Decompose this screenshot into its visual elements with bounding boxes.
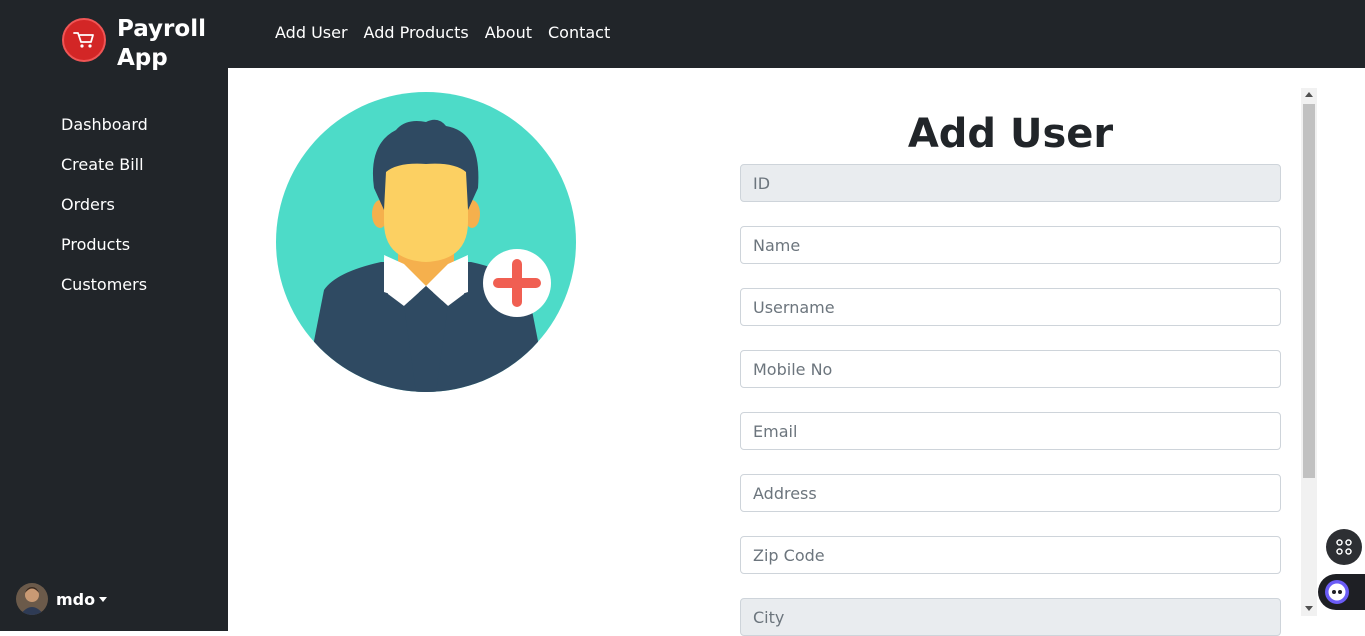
assistant-button[interactable] bbox=[1318, 574, 1365, 610]
apps-icon bbox=[1336, 539, 1352, 555]
sidebar-item-create-bill[interactable]: Create Bill bbox=[61, 154, 148, 194]
email-field[interactable] bbox=[740, 412, 1281, 450]
nav-contact[interactable]: Contact bbox=[548, 22, 610, 44]
page-title: Add User bbox=[907, 111, 1114, 157]
cart-icon bbox=[62, 18, 106, 62]
apps-button[interactable] bbox=[1326, 529, 1362, 565]
caret-down-icon bbox=[99, 596, 108, 602]
name-field[interactable] bbox=[740, 226, 1281, 264]
id-field bbox=[740, 164, 1281, 202]
scroll-down-icon[interactable] bbox=[1305, 606, 1313, 611]
zip-code-field[interactable] bbox=[740, 536, 1281, 574]
nav-add-products[interactable]: Add Products bbox=[364, 22, 469, 44]
mobile-field[interactable] bbox=[740, 350, 1281, 388]
user-name: mdo bbox=[56, 589, 96, 609]
address-field[interactable] bbox=[740, 474, 1281, 512]
brand[interactable]: Payroll App bbox=[62, 16, 207, 73]
assistant-icon bbox=[1325, 580, 1349, 604]
sidebar-item-customers[interactable]: Customers bbox=[61, 274, 148, 314]
add-user-illustration bbox=[276, 92, 576, 392]
sidebar-nav: Dashboard Create Bill Orders Products Cu… bbox=[61, 114, 148, 314]
city-field bbox=[740, 598, 1281, 636]
top-nav: Add User Add Products About Contact bbox=[275, 22, 626, 44]
sidebar-item-orders[interactable]: Orders bbox=[61, 194, 148, 234]
scroll-up-icon[interactable] bbox=[1305, 92, 1313, 97]
brand-name: Payroll App bbox=[117, 16, 206, 71]
username-field[interactable] bbox=[740, 288, 1281, 326]
sidebar-item-dashboard[interactable]: Dashboard bbox=[61, 114, 148, 154]
user-menu[interactable]: mdo bbox=[16, 583, 108, 615]
nav-about[interactable]: About bbox=[485, 22, 532, 44]
sidebar-item-products[interactable]: Products bbox=[61, 234, 148, 274]
avatar bbox=[16, 583, 48, 615]
scrollbar-thumb[interactable] bbox=[1303, 104, 1315, 478]
nav-add-user[interactable]: Add User bbox=[275, 22, 348, 44]
sidebar: Payroll App Dashboard Create Bill Orders… bbox=[0, 0, 228, 631]
